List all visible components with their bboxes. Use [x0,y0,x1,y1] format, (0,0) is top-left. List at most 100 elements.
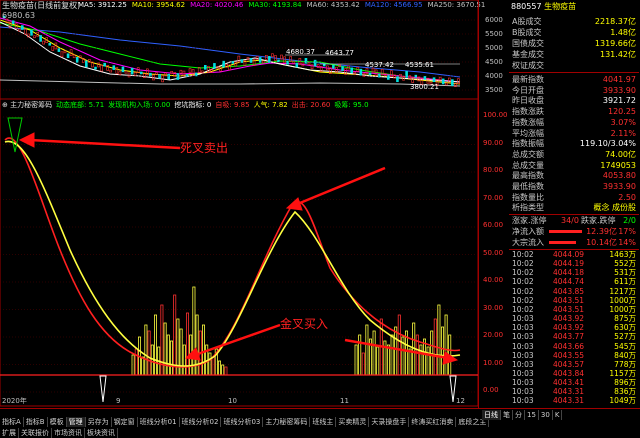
index-code: 880557 [511,2,542,11]
tab-right_bottom_tabs-0[interactable]: 日线 [482,410,501,420]
chart-area[interactable]: 生物疫苗(日线前复权) MA5: 3912.25 MA10: 3954.62 MA2… [0,0,485,408]
indicator-bar [201,324,205,376]
indicator-legend-item: 动态底部: 5.71 [56,101,105,109]
time-label: 9 [116,397,121,405]
price-tick: 4500 [485,58,503,66]
candle [295,62,299,68]
ma-label: MA5: 3912.25 [78,1,127,9]
price-tick: 4000 [485,72,503,80]
candle [194,72,198,77]
time-label: 2020年 [2,397,27,405]
tab-bottom_tabs_row1-4[interactable]: 另存为 [86,417,112,427]
indicator-bar [144,324,148,376]
tab-bottom_tabs_row1-0[interactable]: 指标A [0,417,24,427]
indicator-bar [163,322,167,376]
indicator-legend-item: 人气: 7.82 [253,101,288,109]
indicator-bar [182,344,186,376]
indicator-bar [365,324,369,376]
tick-row: 10:02 4044.09 1463万 [512,250,636,259]
tab-right_bottom_tabs-1[interactable]: 笔 [501,410,513,420]
indicator-tick: 90.00 [483,138,504,147]
tab-right_bottom_tabs-2[interactable]: 分 [513,410,525,420]
tab-bottom_tabs_row1-5[interactable]: 钢定窗 [112,417,138,427]
annotation: 3800.21 [410,83,439,91]
candle [30,30,33,36]
price-tick: 5000 [485,44,503,52]
stats-row: 昨日收盘 3921.72 [512,96,636,106]
stats-row: 指数量比 2.50 [512,192,636,202]
indicator-bar [141,356,145,376]
candle [405,71,408,78]
tick-row: 10:02 4044.74 611万 [512,277,636,287]
tab-bottom_tabs_row1-12[interactable]: 天录操盘手 [369,417,410,427]
indicator-bar [179,328,183,376]
tab-bottom_tabs_row1-6[interactable]: 班线分析01 [138,417,180,427]
tab-bottom_tabs_row1-1[interactable]: 指标B [24,417,48,427]
candle [414,74,418,78]
tab-bottom_tabs_row1-8[interactable]: 班线分析03 [221,417,264,427]
turnover-row: 权证成交 [512,61,544,70]
stats-row: 最新指数 4041.97 [512,75,636,84]
flow-bar [549,230,582,233]
indicator-tick: 50.00 [483,248,504,257]
indicator-bar [192,286,196,376]
price-tick: 5500 [485,30,503,38]
ma-legend: MA5: 3912.25 MA10: 3954.62 MA20: 4020.46 MA… [78,2,490,9]
stats-row: 最低指数 3933.90 [512,182,636,191]
indicator-bar [147,330,151,376]
tick-row: 10:02 4044.19 552万 [512,259,636,269]
tick-row: 10:02 4043.85 1217万 [512,286,636,296]
info-tabs: 扩展 关联报价 市场资讯 板块资讯 [0,428,118,438]
candle [139,71,143,75]
turnover-row: 基金成交 131.42亿 [512,50,636,59]
candle [20,25,24,30]
indicator-bar [208,352,212,376]
candle [240,59,244,63]
indicator-yellow-line [4,140,461,367]
indicator-toggle-icon[interactable]: ⊕ [2,101,8,109]
tab-bottom_tabs_row1-13[interactable]: 终涛买红消卖 [409,417,457,427]
tab-bottom_tabs_row2-1[interactable]: 关联报价 [19,428,52,438]
tick-row: 10:02 4044.18 531万 [512,268,636,278]
tab-bottom_tabs_row2-2[interactable]: 市场资讯 [52,428,85,438]
indicator-bar [131,354,135,376]
tab-right_bottom_tabs-3[interactable]: 15 [525,410,539,420]
annotation: 4537.42 [365,61,394,69]
annotation: 4643.77 [325,49,354,57]
indicator-tick: 30.00 [483,303,504,312]
indicator-bar [153,314,157,376]
indicator-tick: 70.00 [483,193,504,202]
tab-right_bottom_tabs-4[interactable]: 30 [539,410,553,420]
indicator-tick: 0.00 [483,386,499,394]
tab-bottom_tabs_row1-9[interactable]: 主力秘密筹码 [263,417,311,427]
indicator-bar [390,334,394,376]
turnover-row: B股成交 1.48亿 [512,28,636,37]
tick-row: 10:03 4043.57 778万 [512,359,636,369]
indicator-legend-item: 吸筹: 95.0 [334,101,369,109]
tab-bottom_tabs_row1-10[interactable]: 班线主 [310,417,337,427]
tab-bottom_tabs_row1-11[interactable]: 买卖精灵 [336,417,370,427]
candle [112,65,116,70]
tab-bottom_tabs_row2-0[interactable]: 扩展 [0,428,19,438]
flow-bar [549,241,576,244]
candle [39,35,42,42]
candle [441,78,445,85]
tab-right_bottom_tabs-5[interactable]: K [553,410,563,420]
indicator-bar [394,326,398,376]
turnover-row: A股成交 2218.37亿 [512,17,636,26]
indicator-bar [361,352,365,376]
index-header: 880557 生物疫苗 [511,3,576,11]
tab-bottom_tabs_row1-3[interactable]: 管理 [66,417,86,427]
indicator-bar [386,344,390,376]
tab-bottom_tabs_row2-3[interactable]: 板块资讯 [85,428,118,438]
ma-label: MA10: 3954.62 [131,1,186,9]
annotation: 4535.61 [405,61,434,69]
candle [277,59,280,63]
stats-row: 总成交量 1749053 [512,160,636,170]
tab-bottom_tabs_row1-2[interactable]: 模板 [48,417,67,427]
stats-row: 最高指数 4053.80 [512,171,636,181]
candle [158,74,161,79]
tab-bottom_tabs_row1-7[interactable]: 班线分析02 [180,417,222,427]
stats-row: 今日开盘 3933.90 [512,85,636,95]
ma-label: MA60: 4353.42 [306,1,360,9]
